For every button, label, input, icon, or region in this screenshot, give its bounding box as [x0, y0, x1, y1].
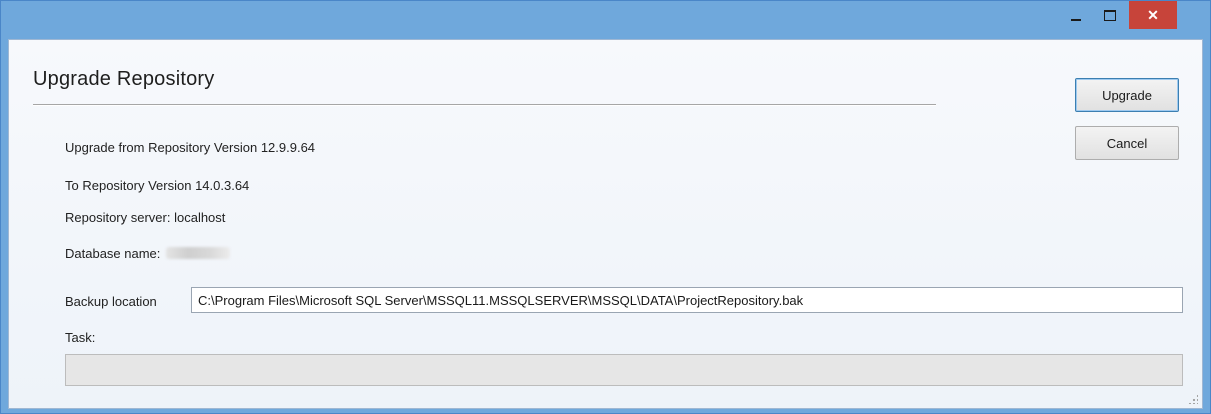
title-divider: [33, 104, 936, 106]
minimize-icon: [1071, 19, 1081, 21]
task-label: Task:: [65, 330, 96, 345]
minimize-button[interactable]: [1059, 1, 1093, 29]
upgrade-repository-window: ✕ Upgrade Repository Upgrade from Reposi…: [0, 0, 1211, 414]
resize-grip-icon[interactable]: [1188, 394, 1198, 404]
page-title: Upgrade Repository: [33, 68, 215, 90]
close-icon: ✕: [1147, 6, 1159, 23]
backup-location-input[interactable]: [191, 287, 1183, 313]
close-button[interactable]: ✕: [1129, 1, 1177, 29]
task-progress-bar: [65, 354, 1183, 386]
backup-location-label: Backup location: [65, 294, 157, 309]
title-bar[interactable]: ✕: [1, 1, 1210, 39]
repository-server-text: Repository server: localhost: [65, 210, 226, 225]
database-name-label: Database name:: [65, 246, 161, 261]
database-name-row: Database name:: [65, 246, 231, 261]
database-name-redacted: [166, 247, 231, 259]
upgrade-from-text: Upgrade from Repository Version 12.9.9.6…: [65, 140, 316, 155]
upgrade-button[interactable]: Upgrade: [1075, 78, 1179, 112]
cancel-button[interactable]: Cancel: [1075, 126, 1179, 160]
to-version-text: To Repository Version 14.0.3.64: [65, 178, 250, 193]
maximize-icon: [1104, 9, 1116, 21]
maximize-button[interactable]: [1093, 1, 1127, 29]
dialog-client-area: Upgrade Repository Upgrade from Reposito…: [8, 39, 1203, 409]
